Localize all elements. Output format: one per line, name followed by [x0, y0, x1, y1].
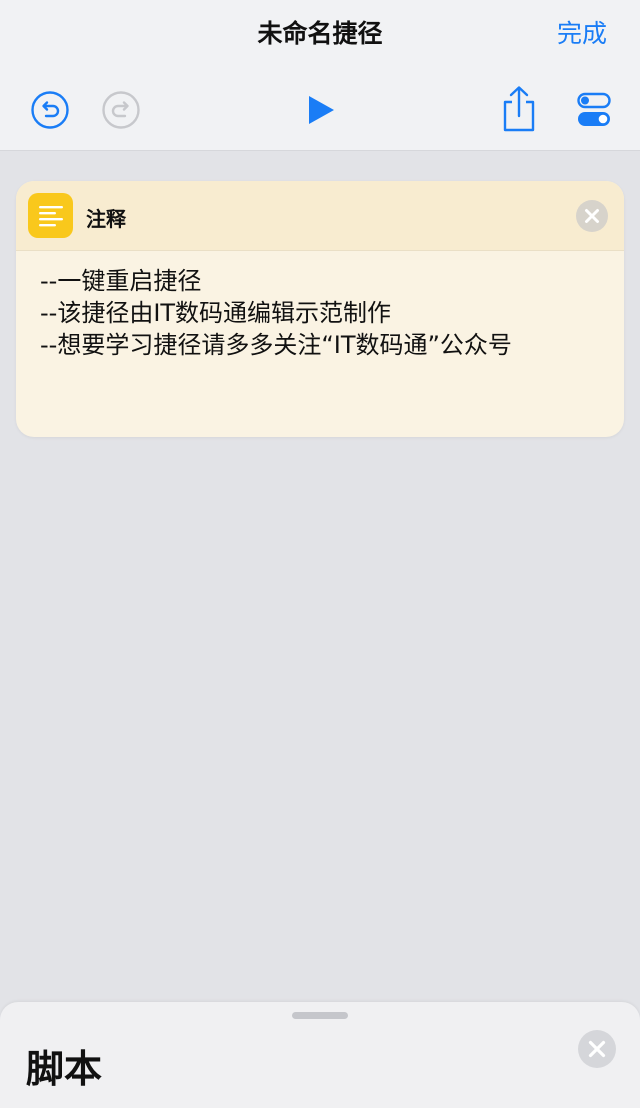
share-button[interactable]	[500, 84, 538, 134]
close-icon	[576, 200, 608, 232]
comment-icon-tile	[28, 193, 73, 238]
undo-icon	[31, 91, 69, 129]
done-button[interactable]: 完成	[557, 14, 607, 50]
comment-card-title: 注释	[86, 207, 126, 231]
sheet-title: 脚本	[26, 1047, 103, 1091]
share-icon	[503, 86, 535, 132]
toggle-settings-icon	[577, 92, 611, 126]
sheet-grabber-handle[interactable]	[292, 1012, 348, 1019]
shortcut-editor-screen: 未命名捷径 完成 注释 --一键重启捷径 --该捷径由IT数码通编辑示范制作 -…	[0, 0, 640, 1108]
undo-button[interactable]	[30, 90, 70, 130]
close-icon	[578, 1030, 616, 1068]
comment-text-field[interactable]: --一键重启捷径 --该捷径由IT数码通编辑示范制作 --想要学习捷径请多多关注…	[40, 265, 604, 361]
settings-button[interactable]	[576, 90, 612, 130]
redo-button[interactable]	[101, 90, 141, 130]
comment-action-card[interactable]: 注释 --一键重启捷径 --该捷径由IT数码通编辑示范制作 --想要学习捷径请多…	[16, 181, 624, 437]
comment-line: --该捷径由IT数码通编辑示范制作	[40, 299, 392, 327]
play-button[interactable]	[300, 88, 340, 132]
comment-line: --一键重启捷径	[40, 267, 202, 295]
comment-card-header: 注释	[16, 181, 624, 251]
bottom-sheet[interactable]: 脚本	[0, 1002, 640, 1108]
sheet-close-button[interactable]	[578, 1030, 616, 1068]
remove-action-button[interactable]	[576, 200, 608, 232]
redo-icon	[102, 91, 140, 129]
comment-line: --想要学习捷径请多多关注“IT数码通”公众号	[40, 331, 512, 359]
editor-header: 未命名捷径 完成	[0, 0, 640, 151]
play-icon	[309, 96, 334, 124]
text-lines-icon	[38, 205, 63, 226]
page-title: 未命名捷径	[257, 19, 383, 48]
